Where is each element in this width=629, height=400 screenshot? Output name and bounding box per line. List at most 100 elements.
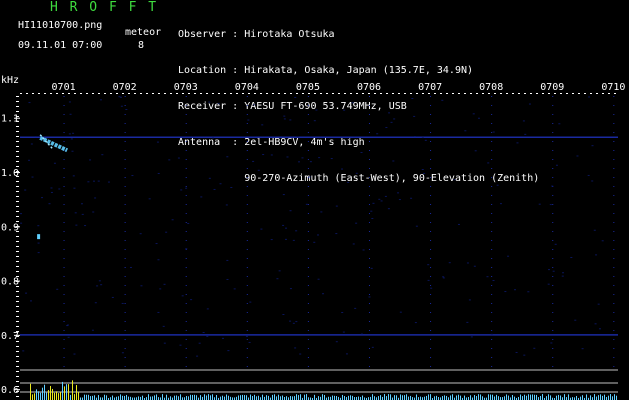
noise-speck — [30, 143, 33, 145]
time-axis-dot — [590, 93, 592, 94]
signal-level-bar — [614, 394, 615, 400]
signal-level-bar — [216, 394, 217, 400]
noise-speck — [270, 154, 273, 156]
time-axis-dot — [518, 93, 520, 94]
noise-speck — [155, 243, 158, 245]
minute-grid-dot — [368, 330, 370, 331]
minute-grid-dot — [185, 168, 187, 169]
signal-level-bar — [602, 395, 603, 400]
minute-grid-dot — [552, 312, 554, 313]
signal-level-bar — [34, 393, 35, 400]
minute-grid-dot — [552, 114, 554, 115]
signal-level-bar — [362, 395, 363, 400]
time-axis-dot — [62, 93, 64, 94]
noise-speck — [411, 98, 414, 100]
time-axis-dot — [422, 93, 424, 94]
time-axis-dot — [374, 93, 376, 94]
time-axis-dot — [242, 93, 244, 94]
minute-grid-dot — [246, 321, 248, 322]
signal-level-bar — [46, 392, 47, 400]
noise-speck — [385, 126, 388, 128]
minute-grid-dot — [307, 357, 309, 358]
noise-speck — [140, 285, 143, 287]
time-axis-dot — [86, 93, 88, 94]
minute-grid-dot — [368, 150, 370, 151]
signal-level-bar — [600, 394, 601, 400]
time-axis-dot — [452, 93, 454, 94]
signal-level-bar — [244, 395, 245, 400]
minute-grid-dot — [63, 222, 65, 223]
signal-level-bar — [394, 395, 395, 400]
minute-grid-dot — [613, 330, 615, 331]
noise-speck — [72, 175, 75, 177]
noise-speck — [37, 252, 40, 254]
signal-level-bar — [58, 393, 59, 400]
y-tick-label: 1.0 — [1, 168, 19, 179]
noise-speck — [492, 131, 495, 133]
signal-level-bar — [246, 395, 247, 400]
minute-grid-dot — [124, 276, 126, 277]
noise-speck — [165, 231, 168, 233]
noise-speck — [296, 136, 299, 138]
signal-level-bar — [408, 396, 409, 400]
noise-speck — [424, 139, 427, 141]
noise-speck — [378, 198, 381, 200]
minute-grid-dot — [491, 339, 493, 340]
signal-level-bar — [286, 396, 287, 400]
noise-speck — [301, 157, 304, 159]
minute-grid-dot — [613, 114, 615, 115]
minute-grid-dot — [63, 240, 65, 241]
noise-speck — [67, 336, 70, 338]
noise-speck — [581, 348, 584, 350]
time-axis-dot — [332, 93, 334, 94]
minute-grid-dot — [491, 348, 493, 349]
noise-speck — [230, 187, 233, 189]
minute-grid-dot — [63, 285, 65, 286]
minute-grid-dot — [552, 366, 554, 367]
time-axis-dot — [26, 93, 28, 94]
signal-level-bar — [430, 394, 431, 400]
time-axis-dot — [302, 93, 304, 94]
minute-grid-dot — [368, 339, 370, 340]
time-axis-dot — [152, 93, 154, 94]
y-minor-tick — [16, 191, 19, 192]
noise-speck — [213, 188, 216, 190]
spectrogram-chart: kHz 0701 0702 0703 0704 0705 0706 0707 0708 0709 0… — [1, 75, 625, 400]
noise-speck — [308, 176, 311, 178]
minute-grid-dot — [185, 177, 187, 178]
minute-grid-dot — [246, 303, 248, 304]
minute-grid-dot — [246, 114, 248, 115]
noise-speck — [289, 119, 292, 121]
noise-speck — [313, 241, 316, 243]
signal-level-bar — [210, 395, 211, 400]
minute-grid-dot — [552, 294, 554, 295]
time-axis-dot — [110, 93, 112, 94]
y-minor-tick — [16, 291, 19, 292]
minute-grid-dot — [430, 249, 432, 250]
noise-speck — [94, 302, 97, 304]
signal-level-bar — [446, 395, 447, 400]
minute-grid-dot — [307, 141, 309, 142]
signal-level-bar — [120, 394, 121, 400]
noise-speck — [341, 311, 344, 313]
time-axis-dot — [506, 93, 508, 94]
y-minor-tick — [16, 101, 19, 102]
minute-grid-dot — [124, 96, 126, 97]
time-axis-dot — [44, 93, 46, 94]
signal-level-bar — [488, 394, 489, 400]
noise-speck — [25, 292, 28, 294]
noise-speck — [233, 288, 236, 290]
noise-speck — [294, 96, 297, 98]
signal-level-bar — [348, 395, 349, 400]
noise-speck — [360, 152, 363, 154]
noise-speck — [87, 181, 90, 183]
signal-level-bar — [226, 394, 227, 400]
minute-grid-dot — [613, 204, 615, 205]
signal-level-bar — [142, 395, 143, 400]
time-axis-dot — [494, 93, 496, 94]
minute-grid-dot — [430, 105, 432, 106]
minute-grid-dot — [491, 141, 493, 142]
minute-grid-dot — [368, 132, 370, 133]
minute-grid-dot — [552, 213, 554, 214]
noise-speck — [558, 123, 561, 125]
